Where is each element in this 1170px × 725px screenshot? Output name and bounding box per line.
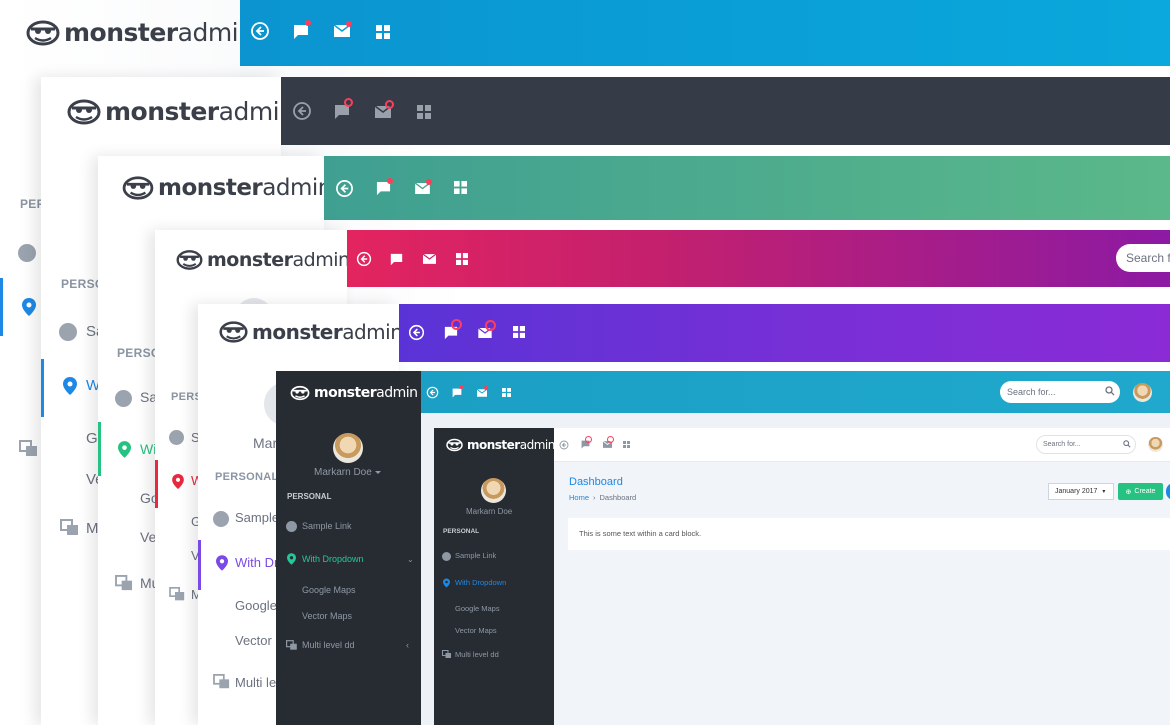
notification-dot [585,436,592,443]
monster-logo-icon [446,438,463,452]
search-icon[interactable] [1123,440,1131,448]
grid-icon[interactable] [623,441,630,448]
nav-item-multi-level[interactable]: Multi level dd [455,650,499,659]
nav-subitem-vector-maps[interactable]: Vector Maps [455,626,497,635]
circle-icon [442,552,451,561]
breadcrumb-home[interactable]: Home [569,493,589,502]
breadcrumb-separator: › [593,493,596,502]
breadcrumb: Home › Dashboard [569,493,636,502]
top-header: Search for... [554,428,1170,462]
page-title: Dashboard [569,476,623,488]
user-name[interactable]: Markarn Doe [466,507,512,516]
card-text: This is some text within a card block. [579,529,702,538]
nav-item-with-dropdown[interactable]: With Dropdown [455,578,506,587]
nav-section-heading: PERSONAL [443,528,480,535]
avatar[interactable] [481,478,506,503]
settings-button[interactable] [1166,483,1170,500]
layers-icon [442,650,451,658]
brand-name-bold: monster [467,438,520,452]
search-input[interactable]: Search for... [1036,435,1136,454]
date-select-value: January 2017 [1055,488,1098,495]
main-content: Dashboard Home › Dashboard January 2017 … [554,462,1170,725]
card: This is some text within a card block. [568,518,1170,550]
create-button-label: Create [1134,488,1156,495]
brand-logo: monster admin [446,438,555,452]
breadcrumb-current: Dashboard [599,493,637,502]
notification-dot [607,436,614,443]
map-pin-icon [443,578,450,588]
brand-name-light: admin [519,438,556,452]
nav-subitem-google-maps[interactable]: Google Maps [455,604,500,613]
plus-circle-icon: ⊕ [1125,488,1132,496]
nav-item-sample-link[interactable]: Sample Link [455,551,496,560]
sidebar: monster admin Markarn Doe PERSONAL Sample… [434,428,555,725]
avatar[interactable] [1148,437,1163,452]
theme-showcase: PERS monster admin PERSO Sa W Go Ve M mon… [0,0,1170,725]
theme-light-preview: monster admin Markarn Doe PERSONAL Sample… [0,0,1170,725]
date-select[interactable]: January 2017 ▾ [1048,483,1114,500]
create-button[interactable]: ⊕ Create [1118,483,1163,500]
chevron-down-icon: ▾ [1102,489,1106,495]
back-arrow-icon[interactable] [559,440,569,450]
